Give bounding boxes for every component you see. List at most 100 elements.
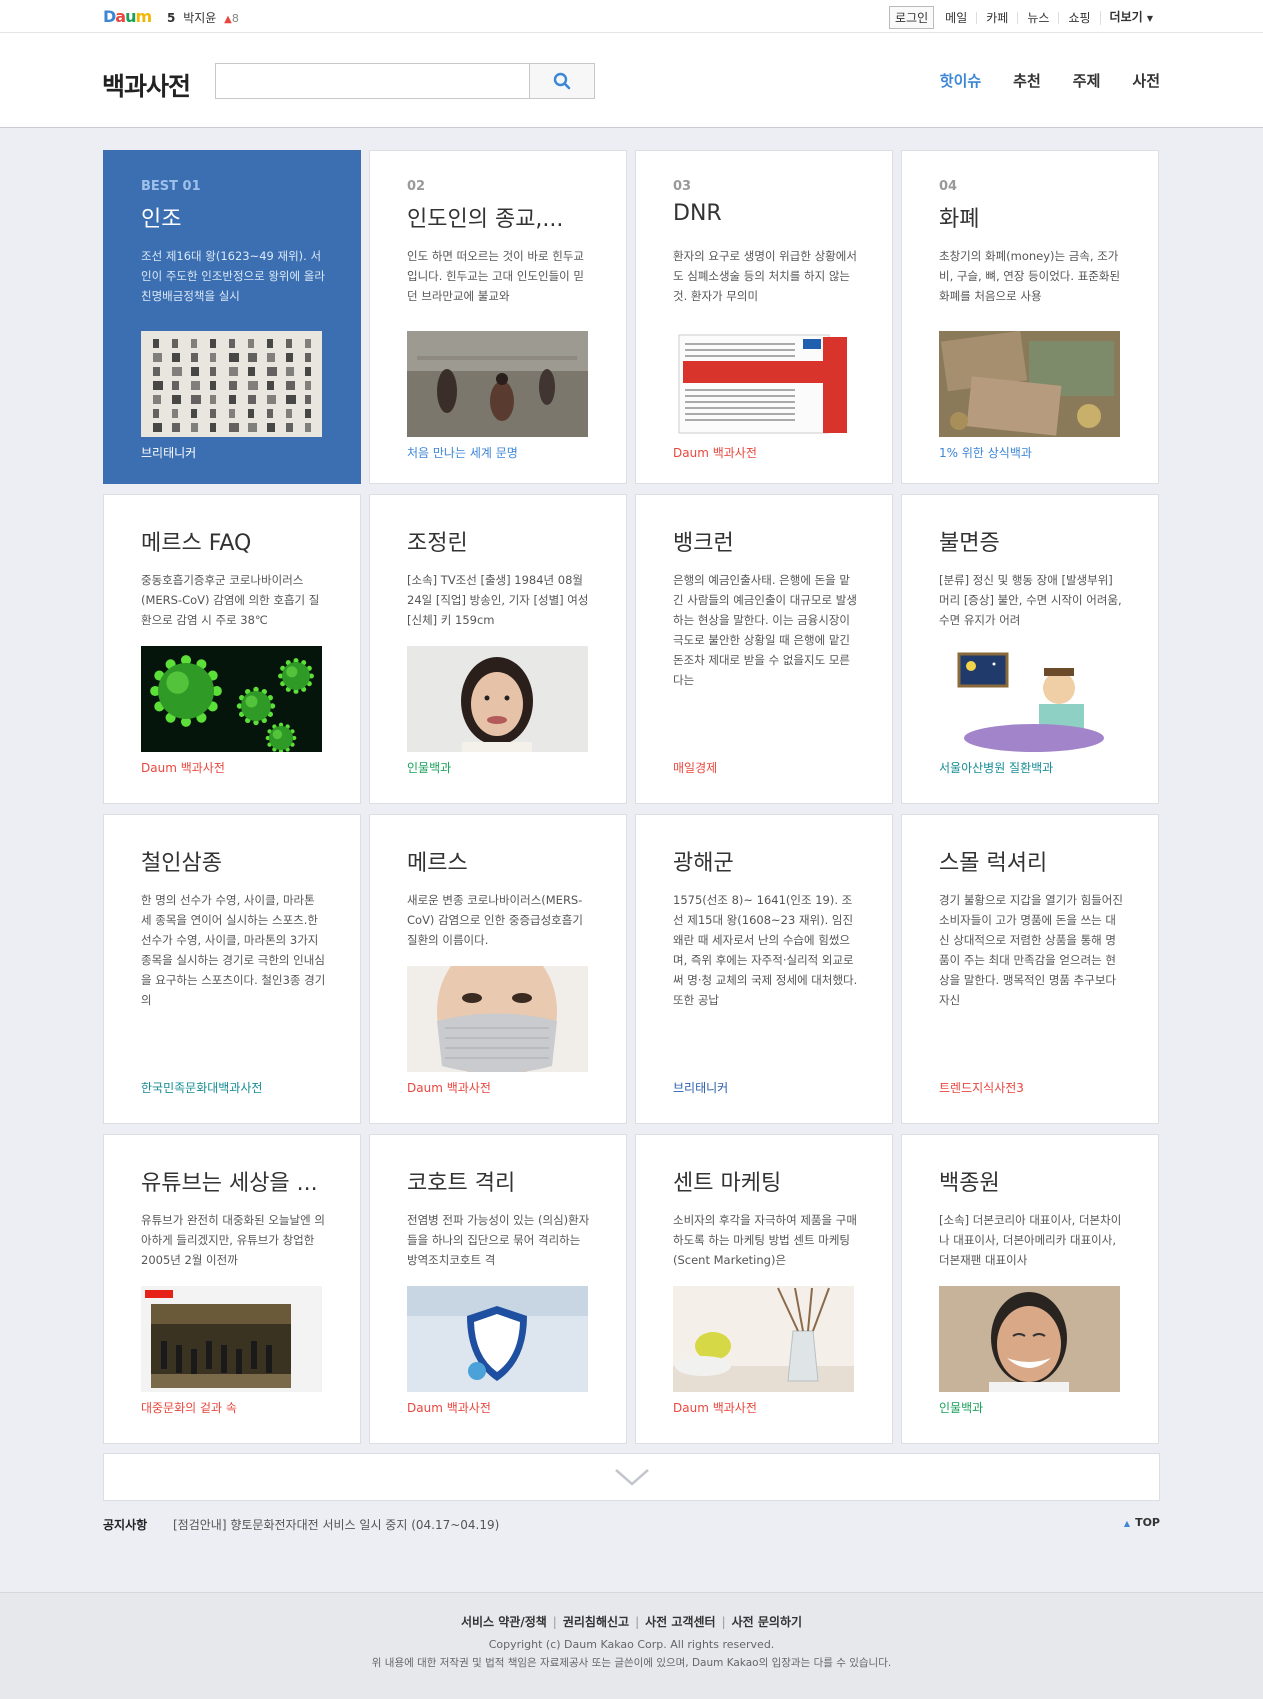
top-bar: Daum 5 박지윤 ▲8 로그인 메일 카페 뉴스 쇼핑 더보기 ▼ [0, 0, 1263, 33]
search-button[interactable] [529, 64, 594, 98]
nav-recommend[interactable]: 추천 [1013, 70, 1041, 91]
encyclopedia-card[interactable]: 02 인도인의 종교,... 인도 하면 떠오르는 것이 바로 힌두교입니다. 힌두… [369, 150, 627, 484]
card-thumbnail[interactable] [939, 331, 1120, 437]
footer-link-support[interactable]: 사전 고객센터 [645, 1615, 715, 1629]
card-title[interactable]: 화폐 [939, 201, 1139, 233]
encyclopedia-card[interactable]: 불면증 [분류] 정신 및 행동 장애 [발생부위] 머리 [증상] 불안, 수면… [901, 494, 1159, 804]
encyclopedia-card[interactable]: 03 DNR 환자의 요구로 생명이 위급한 상황에서도 심폐소생술 등의 처치를 … [635, 150, 893, 484]
encyclopedia-card[interactable]: 메르스 새로운 변종 코로나바이러스(MERS-CoV) 감염으로 인한 중증급성… [369, 814, 627, 1124]
card-source[interactable]: 처음 만나는 세계 문명 [407, 444, 518, 461]
encyclopedia-card[interactable]: 백종원 [소속] 더본코리아 대표이사, 더본차이나 대표이사, 더본아메리카 대… [901, 1134, 1159, 1444]
card-title[interactable]: 인도인의 종교,... [407, 201, 607, 233]
footer-link-terms[interactable]: 서비스 약관/정책 [461, 1615, 547, 1629]
realtime-rank[interactable]: 5 박지윤 ▲8 [167, 9, 239, 26]
card-thumbnail[interactable] [939, 1286, 1120, 1392]
card-source[interactable]: 한국민족문화대백과사전 [141, 1079, 262, 1096]
daum-logo[interactable]: Daum [103, 7, 152, 27]
card-description: 소비자의 후각을 자극하여 제품을 구매하도록 하는 마케팅 방법 센트 마케팅… [673, 1213, 857, 1267]
card-source[interactable]: 인물백과 [407, 759, 451, 776]
card-source[interactable]: Daum 백과사전 [673, 444, 757, 461]
notice-text[interactable]: [점검안내] 향토문화전자대전 서비스 일시 중지 (04.17~04.19) [173, 1518, 499, 1532]
card-title[interactable]: 조정린 [407, 525, 607, 557]
rank-keyword[interactable]: 박지윤 [183, 11, 216, 25]
top-link-mail[interactable]: 메일 [936, 12, 976, 24]
card-source[interactable]: 서울아산병원 질환백과 [939, 759, 1053, 776]
card-source[interactable]: 1% 위한 상식백과 [939, 444, 1032, 461]
load-more-button[interactable] [103, 1453, 1160, 1501]
card-title[interactable]: 메르스 FAQ [141, 525, 341, 557]
card-description: 전염병 전파 가능성이 있는 (의심)환자들을 하나의 집단으로 묶어 격리하는… [407, 1213, 590, 1267]
card-thumbnail[interactable] [407, 966, 588, 1072]
top-link-news[interactable]: 뉴스 [1017, 11, 1058, 24]
card-source[interactable]: 매일경제 [673, 759, 717, 776]
card-source[interactable]: 대중문화의 겉과 속 [141, 1399, 237, 1416]
card-title[interactable]: 스몰 럭셔리 [939, 845, 1139, 877]
encyclopedia-card[interactable]: BEST 01 인조 조선 제16대 왕(1623~49 재위). 서인이 주도한 … [103, 150, 361, 484]
card-thumbnail[interactable] [939, 646, 1120, 752]
card-description: 조선 제16대 왕(1623~49 재위). 서인이 주도한 인조반정으로 왕위… [141, 249, 325, 303]
encyclopedia-card[interactable]: 철인삼종 한 명의 선수가 수영, 사이클, 마라톤 세 종목을 연이어 실시하는… [103, 814, 361, 1124]
card-rank: 02 [407, 179, 426, 194]
more-label: 더보기 [1109, 9, 1143, 24]
card-title[interactable]: 메르스 [407, 845, 607, 877]
card-source[interactable]: 트렌드지식사전3 [939, 1079, 1024, 1096]
card-title[interactable]: 뱅크런 [673, 525, 873, 557]
footer-sep: | [552, 1615, 557, 1629]
top-label: TOP [1135, 1516, 1160, 1529]
footer-link-inquiry[interactable]: 사전 문의하기 [732, 1615, 802, 1629]
card-title[interactable]: 인조 [141, 201, 341, 233]
login-button[interactable]: 로그인 [889, 6, 935, 29]
encyclopedia-card[interactable]: 메르스 FAQ 중동호흡기증후군 코로나바이러스(MERS-CoV) 감염에 의한… [103, 494, 361, 804]
card-source[interactable]: Daum 백과사전 [141, 759, 225, 776]
copyright: Copyright (c) Daum Kakao Corp. All right… [488, 1638, 775, 1651]
card-thumbnail[interactable] [673, 1286, 854, 1392]
scroll-top-button[interactable]: ▲ TOP [1124, 1516, 1160, 1529]
card-thumbnail[interactable] [673, 331, 854, 437]
caret-up-icon: ▲ [1123, 1519, 1131, 1528]
nav-dictionary[interactable]: 사전 [1132, 70, 1160, 91]
encyclopedia-card[interactable]: 광해군 1575(선조 8)~ 1641(인조 19). 조선 제15대 왕(16… [635, 814, 893, 1124]
card-thumbnail[interactable] [141, 331, 322, 437]
card-title[interactable]: DNR [673, 201, 873, 226]
card-description: 유튜브가 완전히 대중화된 오늘날엔 의아하게 들리겠지만, 유튜브가 창업한 … [141, 1213, 325, 1267]
card-thumbnail[interactable] [141, 646, 322, 752]
encyclopedia-card[interactable]: 센트 마케팅소비자의 후각을 자극하여 제품을 구매하도록 하는 마케팅 방법 … [635, 1134, 893, 1444]
encyclopedia-card[interactable]: 뱅크런 은행의 예금인출사태. 은행에 돈을 맡긴 사람들의 예금인출이 대규모로… [635, 494, 893, 804]
encyclopedia-card[interactable]: 코호트 격리전염병 전파 가능성이 있는 (의심)환자들을 하나의 집단으로 묶… [369, 1134, 627, 1444]
encyclopedia-card[interactable]: 유튜브는 세상을 ... 유튜브가 완전히 대중화된 오늘날엔 의아하게 들리겠지… [103, 1134, 361, 1444]
footer-link-report[interactable]: 권리침해신고 [563, 1615, 629, 1629]
nav-topic[interactable]: 주제 [1073, 70, 1101, 91]
top-link-cafe[interactable]: 카페 [976, 11, 1017, 24]
card-source[interactable]: Daum 백과사전 [407, 1079, 491, 1096]
top-link-shopping[interactable]: 쇼핑 [1058, 11, 1099, 24]
card-source[interactable]: Daum 백과사전 [407, 1399, 491, 1416]
encyclopedia-card[interactable]: 04 화폐 초창기의 화폐(money)는 금속, 조가비, 구슬, 뼈, 연장 등… [901, 150, 1159, 484]
encyclopedia-card[interactable]: 조정린 [소속] TV조선 [출생] 1984년 08월 24일 [직업] 방송인… [369, 494, 627, 804]
card-source[interactable]: Daum 백과사전 [673, 1399, 757, 1416]
card-title[interactable]: 철인삼종 [141, 845, 341, 877]
legal-note: 위 내용에 대한 저작권 및 법적 책임은 자료제공사 또는 글쓴이에 있으며,… [371, 1657, 892, 1669]
nav-hot-issue[interactable]: 핫이슈 [940, 70, 981, 91]
card-thumbnail[interactable] [407, 646, 588, 752]
card-thumbnail[interactable] [407, 1286, 588, 1392]
card-description: [분류] 정신 및 행동 장애 [발생부위] 머리 [증상] 불안, 수면 시작… [939, 573, 1122, 627]
card-thumbnail[interactable] [141, 1286, 322, 1392]
card-source[interactable]: 브리태니커 [673, 1079, 728, 1096]
caret-down-icon: ▼ [1146, 13, 1153, 23]
card-description: 환자의 요구로 생명이 위급한 상황에서도 심폐소생술 등의 처치를 하지 않는… [673, 249, 857, 303]
site-title[interactable]: 백과사전 [102, 67, 191, 103]
card-title[interactable]: 코호트 격리 [407, 1165, 607, 1197]
card-title[interactable]: 백종원 [939, 1165, 1139, 1197]
card-title[interactable]: 불면증 [939, 525, 1139, 557]
main-nav: 핫이슈 추천 주제 사전 [908, 70, 1160, 91]
notice-label: 공지사항 [103, 1518, 148, 1532]
card-title[interactable]: 유튜브는 세상을 ... [141, 1165, 341, 1197]
more-menu-button[interactable]: 더보기 ▼ [1099, 9, 1162, 25]
card-title[interactable]: 센트 마케팅 [673, 1165, 873, 1197]
card-thumbnail[interactable] [407, 331, 588, 437]
card-source[interactable]: 브리태니커 [141, 444, 196, 461]
card-source[interactable]: 인물백과 [939, 1399, 983, 1416]
search-input[interactable] [216, 64, 529, 98]
card-title[interactable]: 광해군 [673, 845, 873, 877]
encyclopedia-card[interactable]: 스몰 럭셔리 경기 불황으로 지갑을 열기가 힘들어진 소비자들이 고가 명품에 … [901, 814, 1159, 1124]
